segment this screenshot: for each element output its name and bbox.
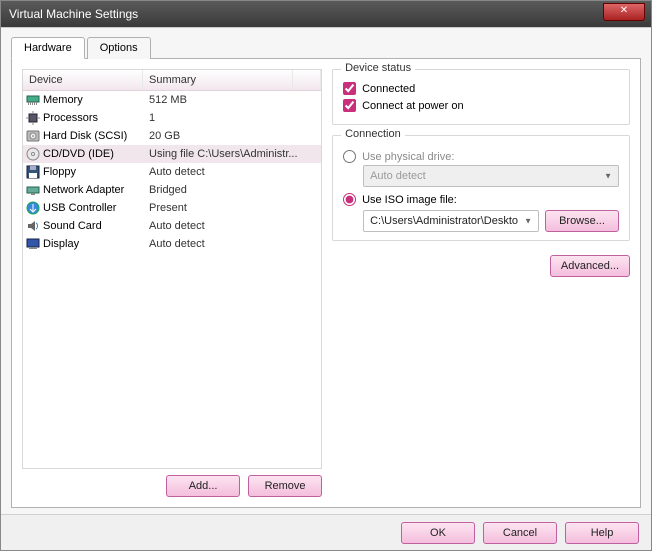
- cancel-button[interactable]: Cancel: [483, 522, 557, 544]
- usb-icon: [23, 201, 43, 215]
- iso-radio-row[interactable]: Use ISO image file:: [343, 193, 619, 206]
- connect-power-label: Connect at power on: [362, 100, 464, 112]
- physical-drive-value: Auto detect: [370, 170, 426, 182]
- hdd-icon: [23, 130, 43, 142]
- table-row[interactable]: Sound CardAuto detect: [23, 217, 321, 235]
- left-buttons: Add... Remove: [22, 475, 322, 497]
- bottom-bar: OK Cancel Help: [1, 514, 651, 550]
- device-name: Processors: [43, 112, 143, 124]
- chevron-down-icon: ▼: [604, 172, 612, 181]
- device-summary: Auto detect: [143, 166, 321, 178]
- tab-options[interactable]: Options: [87, 37, 151, 59]
- device-summary: Bridged: [143, 184, 321, 196]
- tab-hardware[interactable]: Hardware: [11, 37, 85, 59]
- titlebar: Virtual Machine Settings ✕: [1, 1, 651, 27]
- help-button[interactable]: Help: [565, 522, 639, 544]
- memory-icon: [23, 94, 43, 106]
- connected-checkbox[interactable]: [343, 82, 356, 95]
- table-row[interactable]: Processors1: [23, 109, 321, 127]
- display-icon: [23, 238, 43, 250]
- device-name: Sound Card: [43, 220, 143, 232]
- iso-path-combo[interactable]: C:\Users\Administrator\Deskto ▼: [363, 210, 539, 232]
- table-row[interactable]: DisplayAuto detect: [23, 235, 321, 253]
- table-row[interactable]: Memory512 MB: [23, 91, 321, 109]
- device-name: Network Adapter: [43, 184, 143, 196]
- net-icon: [23, 184, 43, 196]
- connect-power-checkbox-row[interactable]: Connect at power on: [343, 99, 619, 112]
- device-name: Memory: [43, 94, 143, 106]
- device-summary: 20 GB: [143, 130, 321, 142]
- col-summary[interactable]: Summary: [143, 70, 293, 90]
- connected-checkbox-row[interactable]: Connected: [343, 82, 619, 95]
- cpu-icon: [23, 111, 43, 125]
- add-button[interactable]: Add...: [166, 475, 240, 497]
- physical-drive-radio[interactable]: [343, 150, 356, 163]
- table-row[interactable]: USB ControllerPresent: [23, 199, 321, 217]
- table-row[interactable]: FloppyAuto detect: [23, 163, 321, 181]
- connection-legend: Connection: [341, 128, 405, 140]
- table-header: Device Summary: [23, 70, 321, 91]
- ok-button[interactable]: OK: [401, 522, 475, 544]
- iso-radio[interactable]: [343, 193, 356, 206]
- iso-path-value: C:\Users\Administrator\Deskto: [370, 215, 518, 227]
- device-name: USB Controller: [43, 202, 143, 214]
- device-summary: 512 MB: [143, 94, 321, 106]
- device-rows: Memory512 MBProcessors1Hard Disk (SCSI)2…: [23, 91, 321, 253]
- physical-drive-radio-row[interactable]: Use physical drive:: [343, 150, 619, 163]
- window-title: Virtual Machine Settings: [9, 7, 138, 21]
- device-summary: Using file C:\Users\Administr...: [143, 148, 321, 160]
- remove-button[interactable]: Remove: [248, 475, 322, 497]
- chevron-down-icon[interactable]: ▼: [524, 217, 532, 226]
- close-icon[interactable]: ✕: [603, 3, 645, 21]
- iso-label: Use ISO image file:: [362, 194, 457, 206]
- device-table: Device Summary Memory512 MBProcessors1Ha…: [22, 69, 322, 469]
- tab-strip: Hardware Options: [11, 36, 641, 58]
- table-row[interactable]: Network AdapterBridged: [23, 181, 321, 199]
- advanced-row: Advanced...: [332, 255, 630, 277]
- left-pane: Device Summary Memory512 MBProcessors1Ha…: [22, 69, 322, 497]
- device-status-legend: Device status: [341, 62, 415, 74]
- col-extra[interactable]: [293, 70, 321, 90]
- table-row[interactable]: Hard Disk (SCSI)20 GB: [23, 127, 321, 145]
- vm-settings-window: Virtual Machine Settings ✕ Hardware Opti…: [0, 0, 652, 551]
- device-summary: Present: [143, 202, 321, 214]
- table-row[interactable]: CD/DVD (IDE)Using file C:\Users\Administ…: [23, 145, 321, 163]
- physical-drive-combo: Auto detect ▼: [363, 165, 619, 187]
- device-status-group: Device status Connected Connect at power…: [332, 69, 630, 125]
- content-area: Hardware Options Device Summary Memory51…: [1, 27, 651, 514]
- device-name: Hard Disk (SCSI): [43, 130, 143, 142]
- col-device[interactable]: Device: [23, 70, 143, 90]
- right-pane: Device status Connected Connect at power…: [332, 69, 630, 497]
- floppy-icon: [23, 165, 43, 179]
- device-summary: Auto detect: [143, 238, 321, 250]
- connect-power-checkbox[interactable]: [343, 99, 356, 112]
- connection-group: Connection Use physical drive: Auto dete…: [332, 135, 630, 241]
- physical-drive-label: Use physical drive:: [362, 151, 454, 163]
- device-name: Floppy: [43, 166, 143, 178]
- device-summary: 1: [143, 112, 321, 124]
- cd-icon: [23, 147, 43, 161]
- device-summary: Auto detect: [143, 220, 321, 232]
- advanced-button[interactable]: Advanced...: [550, 255, 630, 277]
- sound-icon: [23, 219, 43, 233]
- hardware-panel: Device Summary Memory512 MBProcessors1Ha…: [11, 58, 641, 508]
- device-name: Display: [43, 238, 143, 250]
- connected-label: Connected: [362, 83, 415, 95]
- browse-button[interactable]: Browse...: [545, 210, 619, 232]
- device-name: CD/DVD (IDE): [43, 148, 143, 160]
